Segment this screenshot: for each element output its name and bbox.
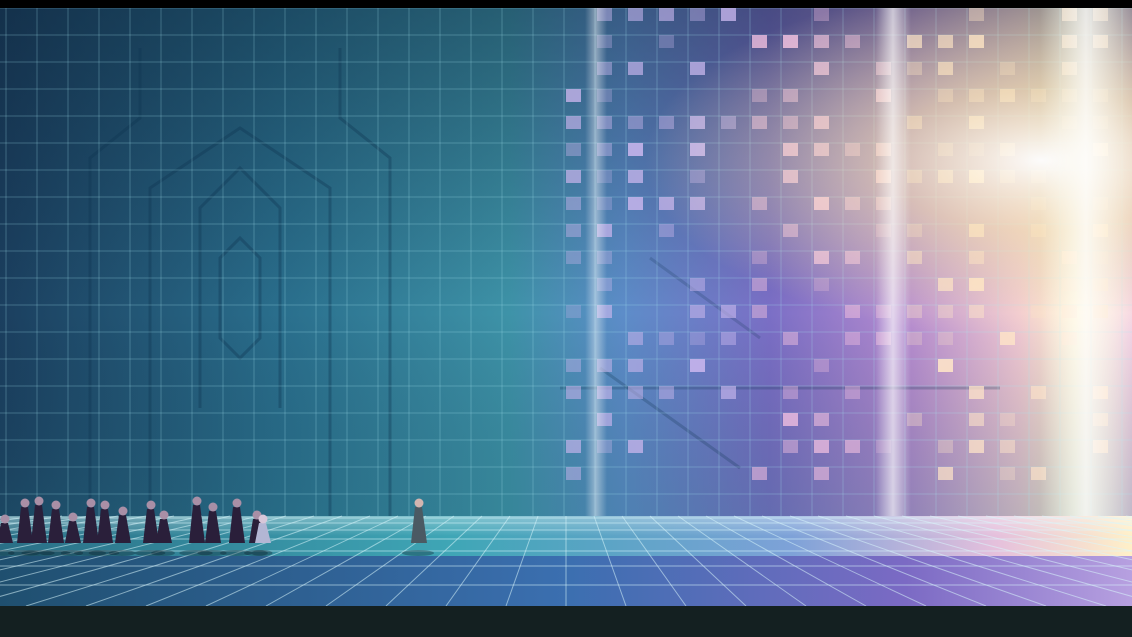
figure-head (51, 500, 61, 510)
figure-head (208, 502, 218, 512)
figure-head (192, 496, 202, 506)
right-glow (0, 8, 1132, 516)
figure-head (34, 496, 44, 506)
game-scene (0, 0, 1132, 637)
letterbox-bottom (0, 606, 1132, 637)
figure-head (232, 498, 242, 508)
light-beam-3 (585, 8, 607, 516)
figure-head (0, 514, 10, 524)
figure-head (258, 514, 268, 524)
figure-shadow (151, 550, 175, 556)
figure-shadow (401, 550, 435, 556)
scene-canvas (0, 8, 1132, 606)
figure-head (159, 510, 169, 520)
figure-shadow (108, 550, 136, 556)
figure-shadow (251, 550, 273, 556)
figure-head (20, 498, 30, 508)
figure-head (100, 500, 110, 510)
figure-head (86, 498, 96, 508)
letterbox-top (0, 0, 1132, 8)
figure-head (146, 500, 156, 510)
figure-head (68, 512, 78, 522)
figure-head (414, 498, 424, 508)
light-beam-2 (875, 8, 911, 516)
light-beam-core (1040, 8, 1132, 516)
figure-head (118, 506, 128, 516)
figure-head (281, 544, 290, 553)
